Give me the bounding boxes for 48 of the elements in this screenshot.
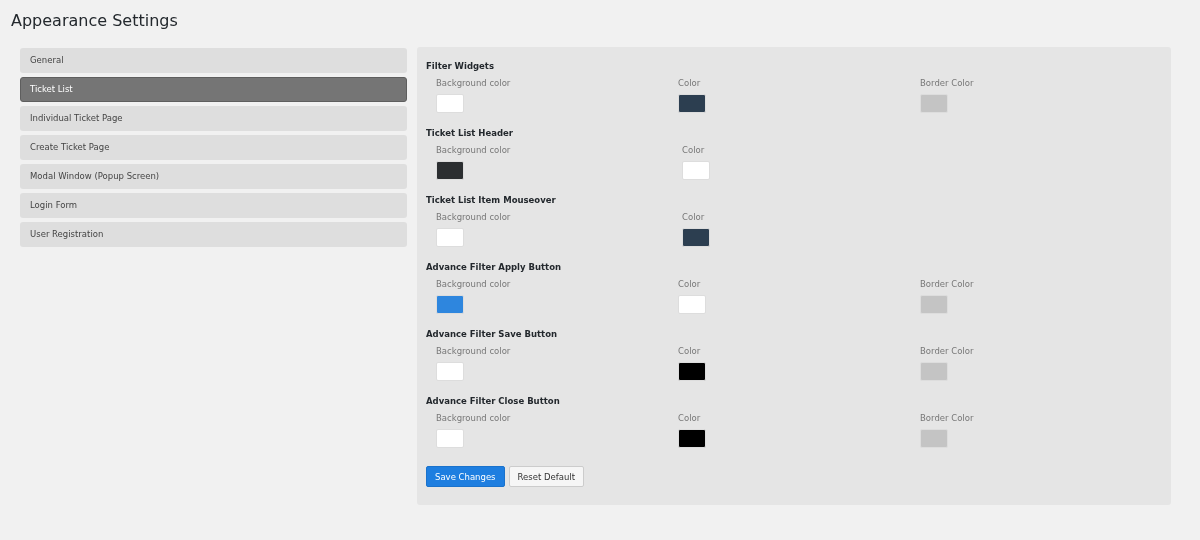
color-swatch[interactable]: [920, 94, 948, 113]
field-label: Border Color: [920, 345, 975, 357]
field-label: Color: [678, 77, 702, 89]
save-button[interactable]: Save Changes: [426, 466, 505, 487]
field-label: Color: [678, 278, 702, 290]
section-heading: Advance Filter Apply Button: [426, 261, 563, 274]
field-label: Border Color: [920, 412, 975, 424]
sidebar-item[interactable]: Individual Ticket Page: [20, 106, 407, 131]
section-heading: Filter Widgets: [426, 60, 495, 73]
sidebar-item[interactable]: User Registration: [20, 222, 407, 247]
color-swatch[interactable]: [682, 228, 710, 247]
sidebar-item[interactable]: Ticket List: [20, 77, 407, 102]
field-label: Color: [678, 345, 702, 357]
color-swatch[interactable]: [436, 161, 464, 180]
color-swatch[interactable]: [436, 94, 464, 113]
field-label: Color: [678, 412, 702, 424]
color-swatch[interactable]: [436, 295, 464, 314]
section-heading: Ticket List Item Mouseover: [426, 194, 557, 207]
color-swatch[interactable]: [678, 94, 706, 113]
sidebar-item[interactable]: Create Ticket Page: [20, 135, 407, 160]
section-heading: Advance Filter Save Button: [426, 328, 559, 341]
field-label: Background color: [436, 345, 512, 357]
field-label: Background color: [436, 412, 512, 424]
color-swatch[interactable]: [678, 362, 706, 381]
field-label: Border Color: [920, 278, 975, 290]
field-label: Color: [682, 144, 706, 156]
field-label: Background color: [436, 211, 512, 223]
color-swatch[interactable]: [920, 362, 948, 381]
color-swatch[interactable]: [678, 295, 706, 314]
field-label: Background color: [436, 144, 512, 156]
page-title: Appearance Settings: [10, 10, 179, 32]
sidebar-item[interactable]: General: [20, 48, 407, 73]
sidebar-item[interactable]: Login Form: [20, 193, 407, 218]
sidebar-item[interactable]: Modal Window (Popup Screen): [20, 164, 407, 189]
color-swatch[interactable]: [682, 161, 710, 180]
field-label: Background color: [436, 77, 512, 89]
color-swatch[interactable]: [920, 295, 948, 314]
field-label: Border Color: [920, 77, 975, 89]
field-label: Background color: [436, 278, 512, 290]
section-heading: Ticket List Header: [426, 127, 515, 140]
field-label: Color: [682, 211, 706, 223]
section-heading: Advance Filter Close Button: [426, 395, 561, 408]
color-swatch[interactable]: [436, 429, 464, 448]
reset-button[interactable]: Reset Default: [508, 466, 585, 487]
color-swatch[interactable]: [920, 429, 948, 448]
color-swatch[interactable]: [436, 362, 464, 381]
color-swatch[interactable]: [678, 429, 706, 448]
color-swatch[interactable]: [436, 228, 464, 247]
